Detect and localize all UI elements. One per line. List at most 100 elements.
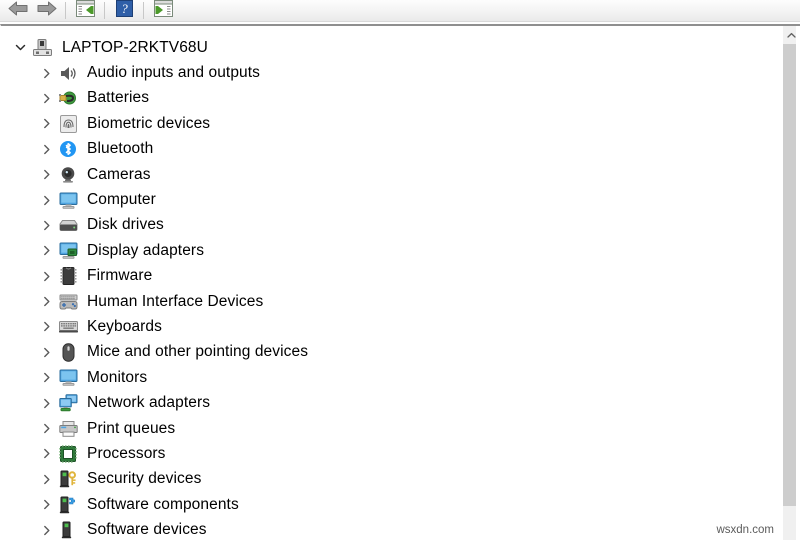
chevron-right-icon[interactable] [37,521,55,539]
tree-item-bluetooth[interactable]: Bluetooth [1,137,782,162]
chevron-right-icon[interactable] [37,496,55,514]
fingerprint-icon [57,114,79,134]
tree-item-label: Batteries [87,89,150,107]
chevron-right-icon[interactable] [37,343,55,361]
toolbar-separator-3 [143,2,144,19]
computer-tower-icon [31,38,53,58]
tree-item-label: Firmware [87,267,153,285]
tree-item-label: Human Interface Devices [87,292,264,310]
tree-item-label: Cameras [87,165,151,183]
speaker-icon [57,63,79,83]
chevron-right-icon[interactable] [37,166,55,184]
help-button[interactable]: ? [110,0,138,22]
tree-item-processors[interactable]: Processors [1,441,782,466]
chevron-right-icon[interactable] [37,191,55,209]
bluetooth-icon [57,139,79,159]
firmware-chip-icon [57,266,79,286]
processor-chip-icon [57,444,79,464]
tree-item-label: Computer [87,191,156,209]
chevron-right-icon[interactable] [37,216,55,234]
toolbar-separator-1 [65,2,66,19]
device-manager-panel: LAPTOP-2RKTV68U Audio inputs and outputs [0,24,800,540]
tree-item-security-devices[interactable]: Security devices [1,467,782,492]
tree-item-label: Keyboards [87,317,163,335]
tree-item-label: Biometric devices [87,114,211,132]
tree-item-monitors[interactable]: Monitors [1,365,782,390]
chevron-down-icon[interactable] [11,39,29,57]
device-tree[interactable]: LAPTOP-2RKTV68U Audio inputs and outputs [1,26,782,540]
tree-root-node[interactable]: LAPTOP-2RKTV68U [1,35,782,60]
network-adapter-icon [57,393,79,413]
security-key-icon [57,469,79,489]
show-hide-action-pane-button[interactable] [149,0,177,22]
chevron-right-icon[interactable] [37,318,55,336]
tree-item-computer[interactable]: Computer [1,187,782,212]
chevron-up-icon [787,26,796,44]
chevron-right-icon[interactable] [37,445,55,463]
chevron-right-icon[interactable] [37,394,55,412]
show-hide-console-tree-button[interactable] [71,0,99,22]
tree-item-network-adapters[interactable]: Network adapters [1,390,782,415]
chevron-right-icon[interactable] [37,242,55,260]
tree-item-cameras[interactable]: Cameras [1,162,782,187]
battery-plug-icon [57,88,79,108]
tree-item-keyboards[interactable]: Keyboards [1,314,782,339]
tree-item-software-devices[interactable]: Software devices [1,517,782,540]
chevron-right-icon[interactable] [37,470,55,488]
tree-item-hid[interactable]: Human Interface Devices [1,289,782,314]
back-button[interactable] [4,1,32,21]
keyboard-icon [57,317,79,337]
tree-item-label: Display adapters [87,241,205,259]
tree-item-label: Monitors [87,368,148,386]
svg-text:?: ? [121,1,128,16]
disk-drive-icon [57,215,79,235]
forward-arrow-icon [36,1,57,21]
chevron-right-icon[interactable] [37,369,55,387]
display-adapter-icon [57,241,79,261]
software-device-icon [57,520,79,540]
tree-item-mice[interactable]: Mice and other pointing devices [1,340,782,365]
panel-right-edge [796,26,800,540]
monitor-icon [57,368,79,388]
toolbar-separator-2 [104,2,105,19]
tree-item-display-adapters[interactable]: Display adapters [1,238,782,263]
tree-item-software-components[interactable]: Software components [1,492,782,517]
action-pane-icon [153,0,173,22]
monitor-icon [57,190,79,210]
tree-item-label: Software devices [87,521,207,539]
chevron-right-icon[interactable] [37,140,55,158]
tree-item-label: Security devices [87,470,202,488]
help-question-icon: ? [115,0,133,22]
tree-item-biometric[interactable]: Biometric devices [1,111,782,136]
back-arrow-icon [8,1,29,21]
tree-item-label: Processors [87,444,166,462]
tree-item-label: Software components [87,495,239,513]
tree-item-label: Network adapters [87,394,211,412]
tree-item-batteries[interactable]: Batteries [1,86,782,111]
chevron-right-icon[interactable] [37,420,55,438]
gamepad-icon [57,292,79,312]
tree-item-label: Audio inputs and outputs [87,64,261,82]
camera-icon [57,165,79,185]
chevron-right-icon[interactable] [37,89,55,107]
toolbar: ? [0,0,800,22]
tree-item-firmware[interactable]: Firmware [1,264,782,289]
mouse-icon [57,342,79,362]
tree-root-label: LAPTOP-2RKTV68U [62,38,208,56]
console-tree-icon [75,0,95,22]
chevron-right-icon[interactable] [37,64,55,82]
tree-item-label: Mice and other pointing devices [87,343,309,361]
tree-item-label: Disk drives [87,216,164,234]
watermark: wsxdn.com [714,524,776,536]
tree-item-label: Bluetooth [87,140,154,158]
printer-icon [57,419,79,439]
chevron-right-icon[interactable] [37,267,55,285]
chevron-right-icon[interactable] [37,293,55,311]
tree-item-label: Print queues [87,419,176,437]
tree-item-audio[interactable]: Audio inputs and outputs [1,60,782,85]
forward-button[interactable] [32,1,60,21]
chevron-right-icon[interactable] [37,115,55,133]
software-puzzle-icon [57,495,79,515]
tree-item-print-queues[interactable]: Print queues [1,416,782,441]
tree-item-disk-drives[interactable]: Disk drives [1,213,782,238]
